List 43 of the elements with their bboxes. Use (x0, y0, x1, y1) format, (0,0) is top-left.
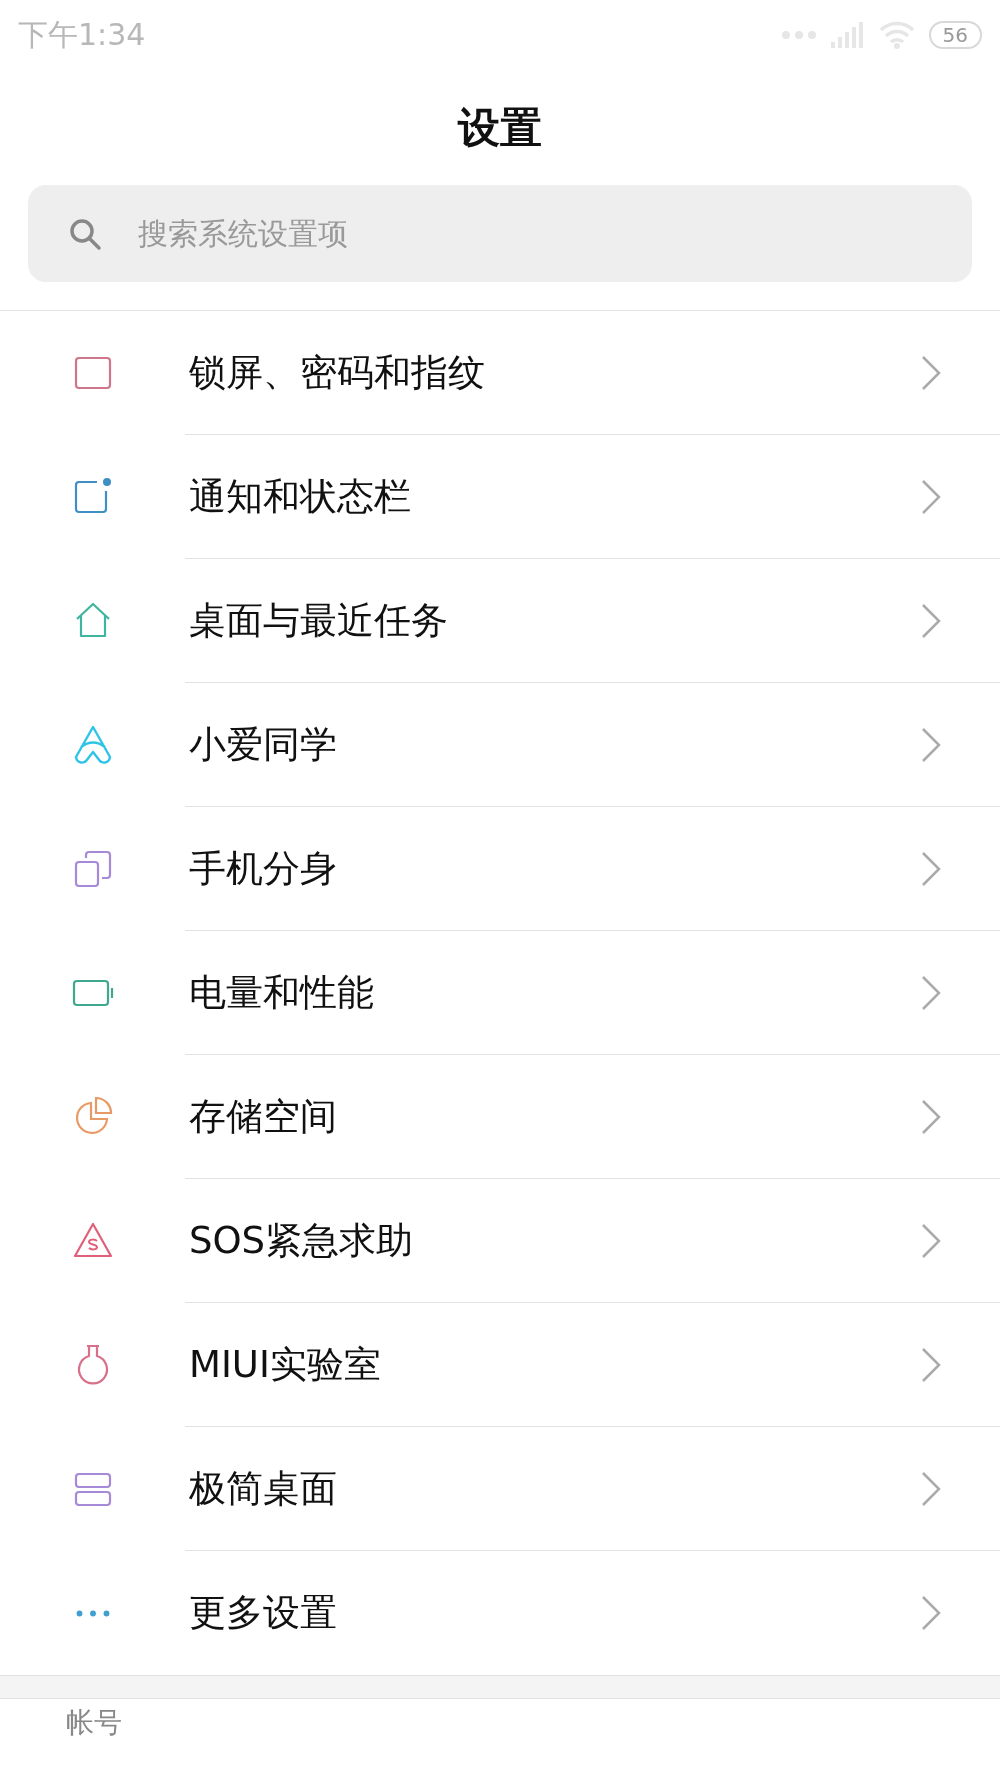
wifi-icon (878, 21, 915, 49)
item-label: 电量和性能 (188, 969, 374, 1016)
search-bar[interactable]: 搜索系统设置项 (28, 185, 972, 282)
settings-item[interactable]: 极简桌面 (0, 1427, 1000, 1551)
signal-icon (830, 22, 865, 48)
chevron-icon (920, 973, 942, 1012)
chevron-icon (920, 1097, 942, 1136)
settings-item[interactable]: MIUI实验室 (0, 1303, 1000, 1427)
chevron-icon (920, 1594, 942, 1632)
dots-icon (780, 29, 817, 41)
settings-item[interactable]: SOS紧急求助 (0, 1179, 1000, 1303)
search-icon (68, 216, 102, 251)
status-time: 下午1:34 (18, 15, 146, 54)
item-label: 存储空间 (188, 1093, 337, 1140)
item-label: SOS紧急求助 (188, 1217, 414, 1264)
chevron-icon (920, 1345, 942, 1384)
item-label: 通知和状态栏 (188, 473, 411, 520)
settings-item[interactable]: 电量和性能 (0, 931, 1000, 1055)
settings-item[interactable]: 手机分身 (0, 807, 1000, 931)
item-label: 小爱同学 (188, 721, 337, 768)
settings-item[interactable]: 更多设置 (0, 1551, 1000, 1675)
item-label: 锁屏、密码和指纹 (188, 349, 485, 396)
chevron-icon (920, 849, 942, 888)
settings-item[interactable]: 锁屏、密码和指纹 (0, 311, 1000, 435)
item-label: 手机分身 (188, 845, 337, 892)
section-header: 帐号 (65, 1705, 123, 1741)
item-label: 更多设置 (188, 1590, 337, 1636)
chevron-icon (920, 353, 942, 392)
item-label: 桌面与最近任务 (188, 597, 448, 644)
chevron-icon (920, 1469, 942, 1508)
page-title: 设置 (456, 101, 543, 154)
settings-item[interactable]: 存储空间 (0, 1055, 1000, 1179)
settings-item[interactable]: 通知和状态栏 (0, 435, 1000, 559)
settings-item[interactable]: 桌面与最近任务 (0, 559, 1000, 683)
chevron-icon (920, 1221, 942, 1260)
chevron-icon (920, 601, 942, 640)
item-label: 极简桌面 (188, 1465, 337, 1512)
item-label: MIUI实验室 (188, 1341, 381, 1388)
search-field[interactable]: 搜索系统设置项 (136, 215, 932, 252)
settings-item[interactable]: 小爱同学 (0, 683, 1000, 807)
chevron-icon (920, 477, 942, 516)
chevron-icon (920, 725, 942, 764)
battery-level: 56 (928, 21, 982, 49)
